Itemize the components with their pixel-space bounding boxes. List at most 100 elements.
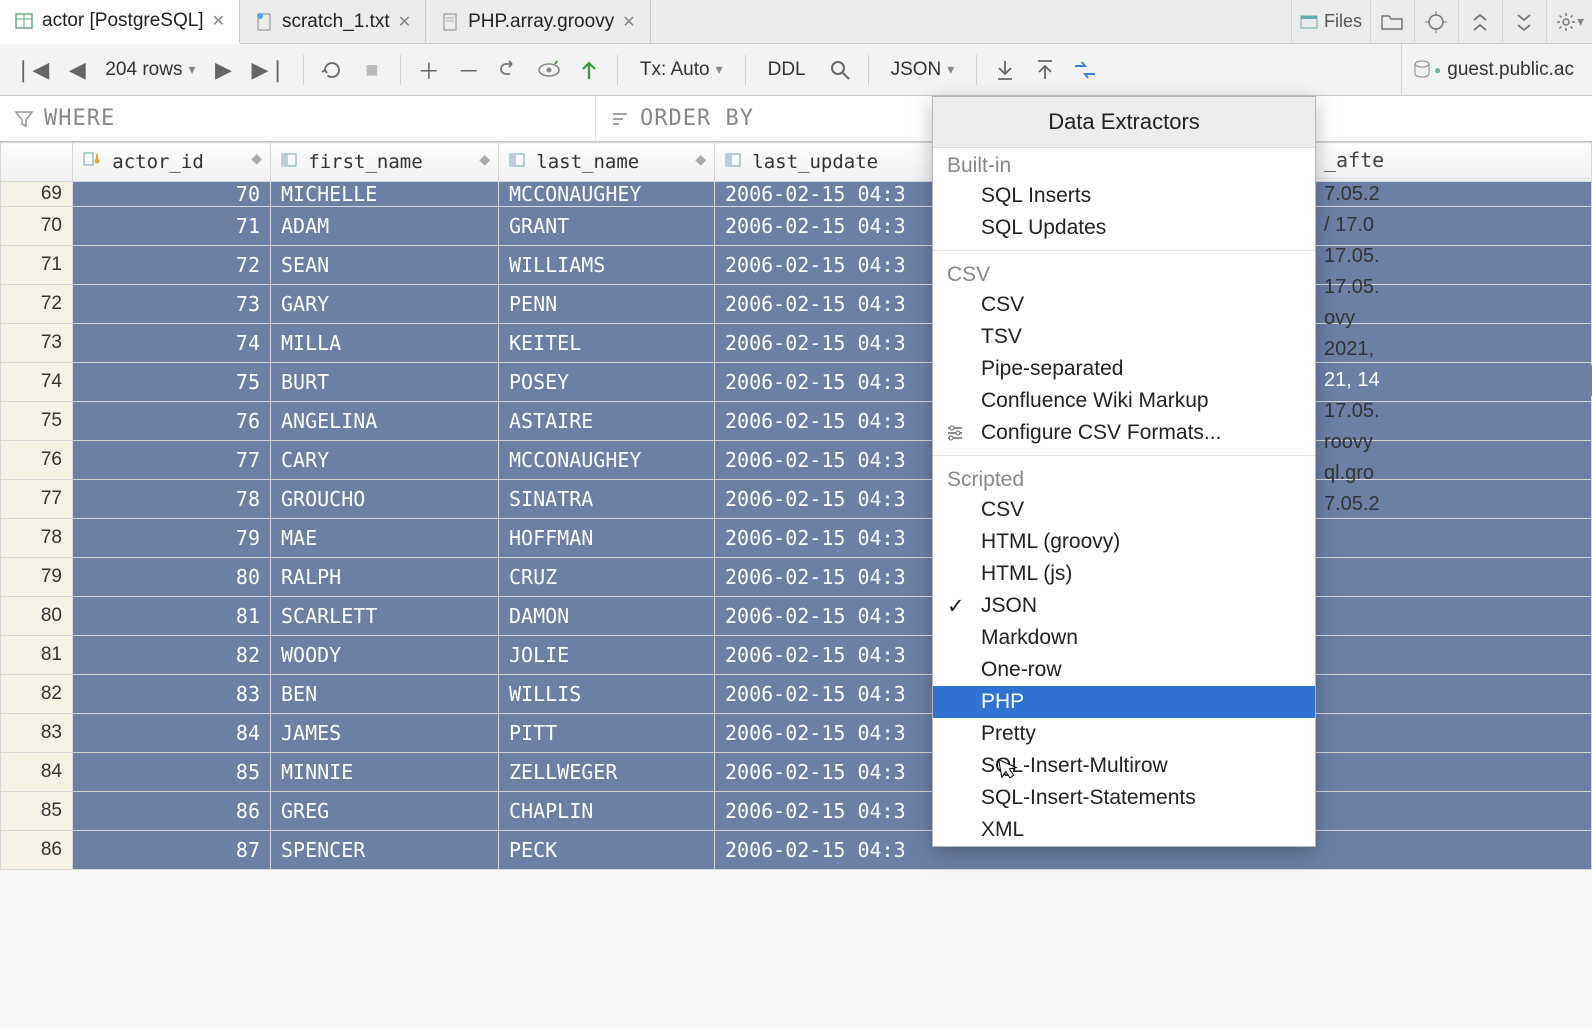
cell-actor-id[interactable]: 79 <box>73 519 271 558</box>
cell-last-name[interactable]: SINATRA <box>499 480 715 519</box>
cell-actor-id[interactable]: 73 <box>73 285 271 324</box>
cell-first-name[interactable]: ANGELINA <box>271 402 499 441</box>
list-item[interactable]: 17.05. <box>1316 241 1592 272</box>
target-icon[interactable] <box>1414 0 1458 44</box>
cell-rownum[interactable]: 84 <box>1 753 73 792</box>
table-row[interactable]: 8182WOODYJOLIE2006-02-15 04:3 <box>1 636 1592 675</box>
cell-actor-id[interactable]: 77 <box>73 441 271 480</box>
cell-rownum[interactable]: 73 <box>1 324 73 363</box>
compare-icon[interactable] <box>1067 52 1103 88</box>
menu-item[interactable]: Confluence Wiki Markup <box>933 385 1315 417</box>
cell-actor-id[interactable]: 81 <box>73 597 271 636</box>
prev-page-icon[interactable]: ◀ <box>59 52 95 88</box>
cell-last-name[interactable]: KEITEL <box>499 324 715 363</box>
cell-first-name[interactable]: BURT <box>271 363 499 402</box>
row-count-button[interactable]: 204 rows ▾ <box>99 59 201 81</box>
tx-mode-button[interactable]: Tx: Auto ▾ <box>628 52 735 88</box>
cell-actor-id[interactable]: 78 <box>73 480 271 519</box>
cell-actor-id[interactable]: 70 <box>73 182 271 207</box>
table-row[interactable]: 7980RALPHCRUZ2006-02-15 04:3 <box>1 558 1592 597</box>
download-icon[interactable] <box>987 52 1023 88</box>
close-icon[interactable]: ✕ <box>622 12 635 32</box>
cell-first-name[interactable]: ADAM <box>271 207 499 246</box>
open-folder-icon[interactable] <box>1370 0 1414 44</box>
tab-actor[interactable]: actor [PostgreSQL] ✕ <box>0 0 240 44</box>
menu-item[interactable]: XML <box>933 814 1315 846</box>
cell-last-name[interactable]: POSEY <box>499 363 715 402</box>
cell-last-name[interactable]: MCCONAUGHEY <box>499 441 715 480</box>
rownum-header[interactable] <box>1 143 73 182</box>
menu-item[interactable]: CSV <box>933 289 1315 321</box>
cell-rownum[interactable]: 74 <box>1 363 73 402</box>
cell-last-name[interactable]: PENN <box>499 285 715 324</box>
sort-indicator-icon[interactable]: ◆ <box>695 151 706 168</box>
cell-first-name[interactable]: MILLA <box>271 324 499 363</box>
list-item[interactable]: ql.gro <box>1316 458 1592 489</box>
cell-rownum[interactable]: 80 <box>1 597 73 636</box>
cell-actor-id[interactable]: 74 <box>73 324 271 363</box>
cell-first-name[interactable]: SPENCER <box>271 831 499 870</box>
last-page-icon[interactable]: ▶❘ <box>246 52 293 88</box>
cell-actor-id[interactable]: 87 <box>73 831 271 870</box>
cell-actor-id[interactable]: 76 <box>73 402 271 441</box>
cell-last-name[interactable]: JOLIE <box>499 636 715 675</box>
cell-first-name[interactable]: BEN <box>271 675 499 714</box>
tab-php-groovy[interactable]: PHP.array.groovy ✕ <box>426 0 651 43</box>
cell-rownum[interactable]: 69 <box>1 182 73 207</box>
cell-actor-id[interactable]: 86 <box>73 792 271 831</box>
cell-last-name[interactable]: DAMON <box>499 597 715 636</box>
table-row[interactable]: 8081SCARLETTDAMON2006-02-15 04:3 <box>1 597 1592 636</box>
cell-last-name[interactable]: CRUZ <box>499 558 715 597</box>
cell-rownum[interactable]: 78 <box>1 519 73 558</box>
cell-last-name[interactable]: CHAPLIN <box>499 792 715 831</box>
cell-actor-id[interactable]: 75 <box>73 363 271 402</box>
first-page-icon[interactable]: ❘◀ <box>8 52 55 88</box>
cell-actor-id[interactable]: 72 <box>73 246 271 285</box>
next-page-icon[interactable]: ▶ <box>206 52 242 88</box>
remove-row-icon[interactable]: － <box>451 52 487 88</box>
list-item[interactable]: / 17.0 <box>1316 210 1592 241</box>
cell-last-name[interactable]: WILLIAMS <box>499 246 715 285</box>
menu-item[interactable]: SQL-Insert-Statements <box>933 782 1315 814</box>
tab-scratch[interactable]: scratch_1.txt ✕ <box>240 0 426 43</box>
list-item[interactable]: roovy <box>1316 427 1592 458</box>
settings-icon[interactable]: ▾ <box>1546 0 1592 44</box>
close-icon[interactable]: ✕ <box>398 12 411 32</box>
menu-item[interactable]: CSV <box>933 494 1315 526</box>
cell-actor-id[interactable]: 82 <box>73 636 271 675</box>
upload-icon[interactable] <box>1027 52 1063 88</box>
cell-first-name[interactable]: RALPH <box>271 558 499 597</box>
cell-first-name[interactable]: WOODY <box>271 636 499 675</box>
cell-rownum[interactable]: 82 <box>1 675 73 714</box>
cell-rownum[interactable]: 71 <box>1 246 73 285</box>
cell-rownum[interactable]: 79 <box>1 558 73 597</box>
cell-first-name[interactable]: GROUCHO <box>271 480 499 519</box>
menu-item[interactable]: PHP <box>933 686 1315 718</box>
menu-item[interactable]: SQL-Insert-Multirow <box>933 750 1315 782</box>
submit-icon[interactable] <box>571 52 607 88</box>
cell-rownum[interactable]: 81 <box>1 636 73 675</box>
cell-first-name[interactable]: GARY <box>271 285 499 324</box>
cell-rownum[interactable]: 77 <box>1 480 73 519</box>
where-filter[interactable]: WHERE <box>0 96 596 141</box>
revert-icon[interactable] <box>491 52 527 88</box>
cell-first-name[interactable]: GREG <box>271 792 499 831</box>
cell-actor-id[interactable]: 71 <box>73 207 271 246</box>
cell-last-name[interactable]: ASTAIRE <box>499 402 715 441</box>
table-row[interactable]: 7879MAEHOFFMAN2006-02-15 04:3 <box>1 519 1592 558</box>
list-item[interactable]: 21, 14 <box>1316 365 1592 396</box>
add-row-icon[interactable]: ＋ <box>411 52 447 88</box>
cell-actor-id[interactable]: 84 <box>73 714 271 753</box>
cell-first-name[interactable]: SEAN <box>271 246 499 285</box>
cell-last-name[interactable]: PECK <box>499 831 715 870</box>
cell-rownum[interactable]: 76 <box>1 441 73 480</box>
preview-changes-icon[interactable] <box>531 52 567 88</box>
cell-rownum[interactable]: 85 <box>1 792 73 831</box>
cell-rownum[interactable]: 83 <box>1 714 73 753</box>
sort-indicator-icon[interactable]: ◆ <box>479 151 490 168</box>
search-icon[interactable] <box>822 52 858 88</box>
list-item[interactable]: 2021, <box>1316 334 1592 365</box>
list-item[interactable]: 7.05.2 <box>1316 489 1592 520</box>
menu-item[interactable]: HTML (groovy) <box>933 526 1315 558</box>
cell-first-name[interactable]: CARY <box>271 441 499 480</box>
